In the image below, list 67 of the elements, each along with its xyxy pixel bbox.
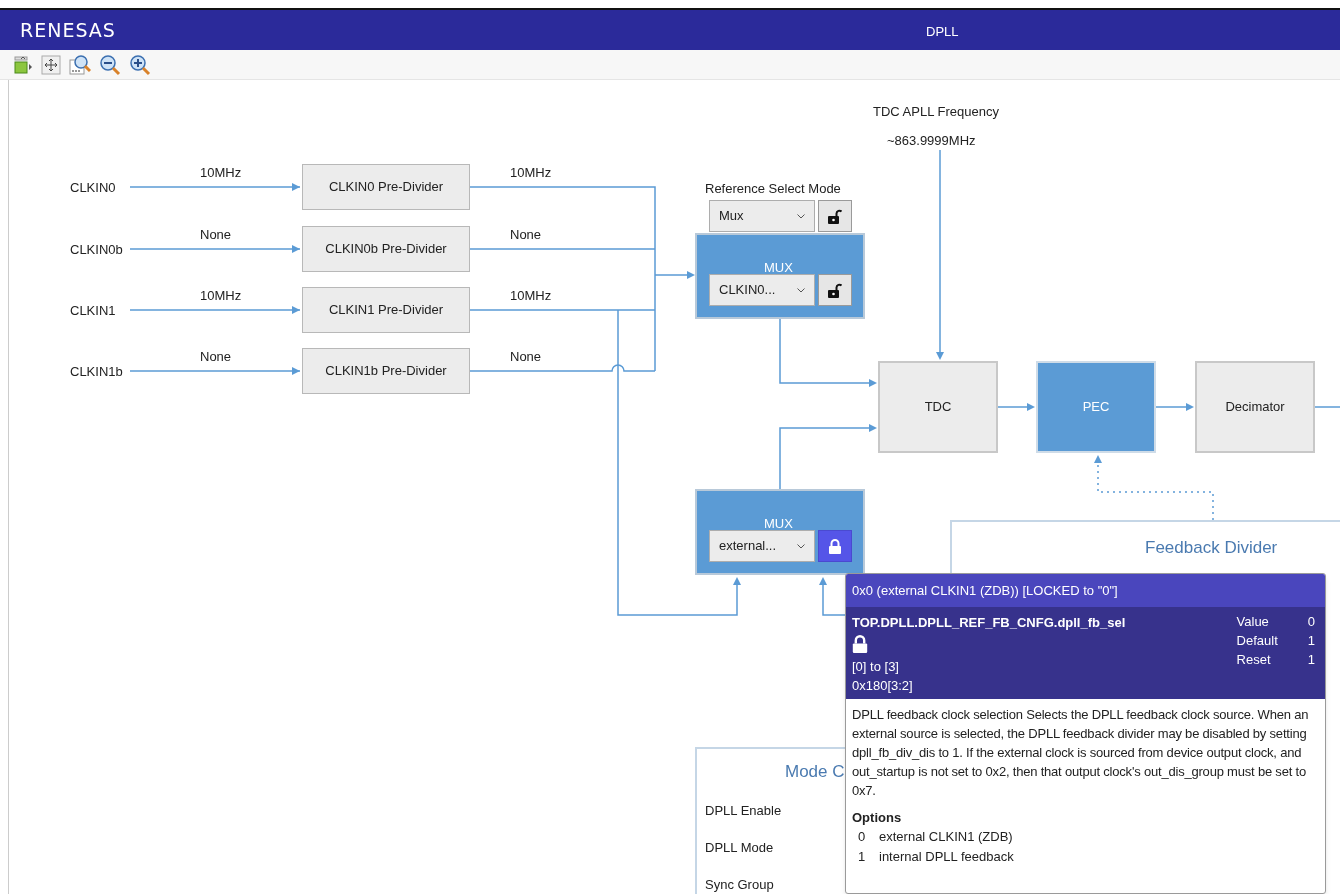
connector-line — [1314, 406, 1340, 408]
lock-button[interactable] — [818, 530, 852, 562]
options-title: Options — [852, 808, 903, 827]
connector-line — [819, 577, 847, 616]
field-label: Reference Select Mode — [705, 180, 841, 198]
register-name: TOP.DPLL.DPLL_REF_FB_CNFG.dpll_fb_sel — [852, 614, 1126, 632]
lock-button[interactable] — [818, 200, 852, 232]
dropdown[interactable]: external... — [709, 530, 815, 562]
zoom-in-icon[interactable] — [129, 53, 151, 76]
mux-title: MUX — [764, 259, 793, 277]
value-text: 0 — [1307, 613, 1315, 631]
value-label: Default — [1236, 632, 1278, 650]
field-label: DPLL Mode — [705, 839, 774, 857]
address-text: 0x180[3:2] — [852, 676, 914, 695]
fit-page-icon[interactable] — [13, 54, 33, 75]
frequency-value: ~863.9999MHz — [887, 132, 976, 150]
field-label: DPLL Enable — [705, 802, 782, 820]
tooltip-header: 0x0 (external CLKIN1 (ZDB)) [LOCKED to "0"] — [846, 574, 1325, 607]
zoom-out-icon[interactable] — [99, 53, 121, 76]
input-label: CLKIN1b — [70, 363, 123, 381]
option-label: internal DPLL feedback — [879, 847, 1014, 866]
block[interactable]: TDC — [878, 361, 998, 453]
frequency-label: None — [510, 348, 542, 366]
frequency-label: 10MHz — [200, 164, 242, 182]
option-label: external CLKIN1 (ZDB) — [879, 827, 1013, 846]
chevron-down-icon — [797, 543, 805, 549]
value-label: Value — [1236, 613, 1270, 631]
value-label: Reset — [1236, 651, 1272, 669]
pre-divider-block[interactable]: CLKIN1b Pre-Divider — [302, 348, 470, 394]
block[interactable]: Decimator — [1195, 361, 1315, 453]
chevron-down-icon — [797, 213, 805, 219]
connector-line — [1155, 403, 1194, 411]
chevron-down-icon — [797, 287, 805, 293]
dropdown[interactable]: CLKIN0... — [709, 274, 815, 306]
connector-line — [997, 403, 1035, 411]
input-label: CLKIN1 — [70, 302, 116, 320]
unlocked-lock-icon — [828, 208, 842, 224]
option-value: 0 — [858, 827, 867, 846]
frequency-label: None — [510, 226, 542, 244]
range-text: [0] to [3] — [852, 657, 900, 676]
value-text: 1 — [1307, 632, 1315, 650]
frequency-title: TDC APLL Frequency — [873, 103, 999, 121]
frequency-label: 10MHz — [510, 287, 552, 305]
frequency-label: 10MHz — [200, 287, 242, 305]
lock-icon — [829, 538, 841, 554]
value-text: 1 — [1307, 651, 1315, 669]
frequency-label: 10MHz — [510, 164, 552, 182]
description-text: DPLL feedback clock selection Selects the DPLL feedback clock source. When an external source is selected, the DPLL feedback divider may be disabled by setting dpll_fb_div_dis to 1. If the external clock is sourced from device output clock, and out_startup is not set to 0x2, then that output clock's out_dis_group must be set to 0x7. — [852, 705, 1310, 800]
lock-button[interactable] — [818, 274, 852, 306]
move-icon[interactable] — [41, 54, 61, 75]
zoom-actual-size-icon[interactable] — [69, 53, 91, 76]
pre-divider-block[interactable]: CLKIN0b Pre-Divider — [302, 226, 470, 272]
frequency-label: None — [200, 348, 232, 366]
input-label: CLKIN0 — [70, 179, 116, 197]
field-label: Sync Group — [705, 876, 774, 894]
mux-title: MUX — [764, 515, 793, 533]
panel-title: Feedback Divider — [1145, 537, 1278, 559]
frequency-label: None — [200, 226, 232, 244]
logo: RENESAS — [20, 17, 116, 43]
panel-title: Mode C — [785, 761, 845, 783]
pre-divider-block[interactable]: CLKIN0 Pre-Divider — [302, 164, 470, 210]
pre-divider-block[interactable]: CLKIN1 Pre-Divider — [302, 287, 470, 333]
unlocked-lock-icon — [828, 282, 842, 298]
input-label: CLKIN0b — [70, 241, 123, 259]
option-value: 1 — [858, 847, 867, 866]
dropdown[interactable]: Mux — [709, 200, 815, 232]
window-title: DPLL — [926, 23, 959, 41]
